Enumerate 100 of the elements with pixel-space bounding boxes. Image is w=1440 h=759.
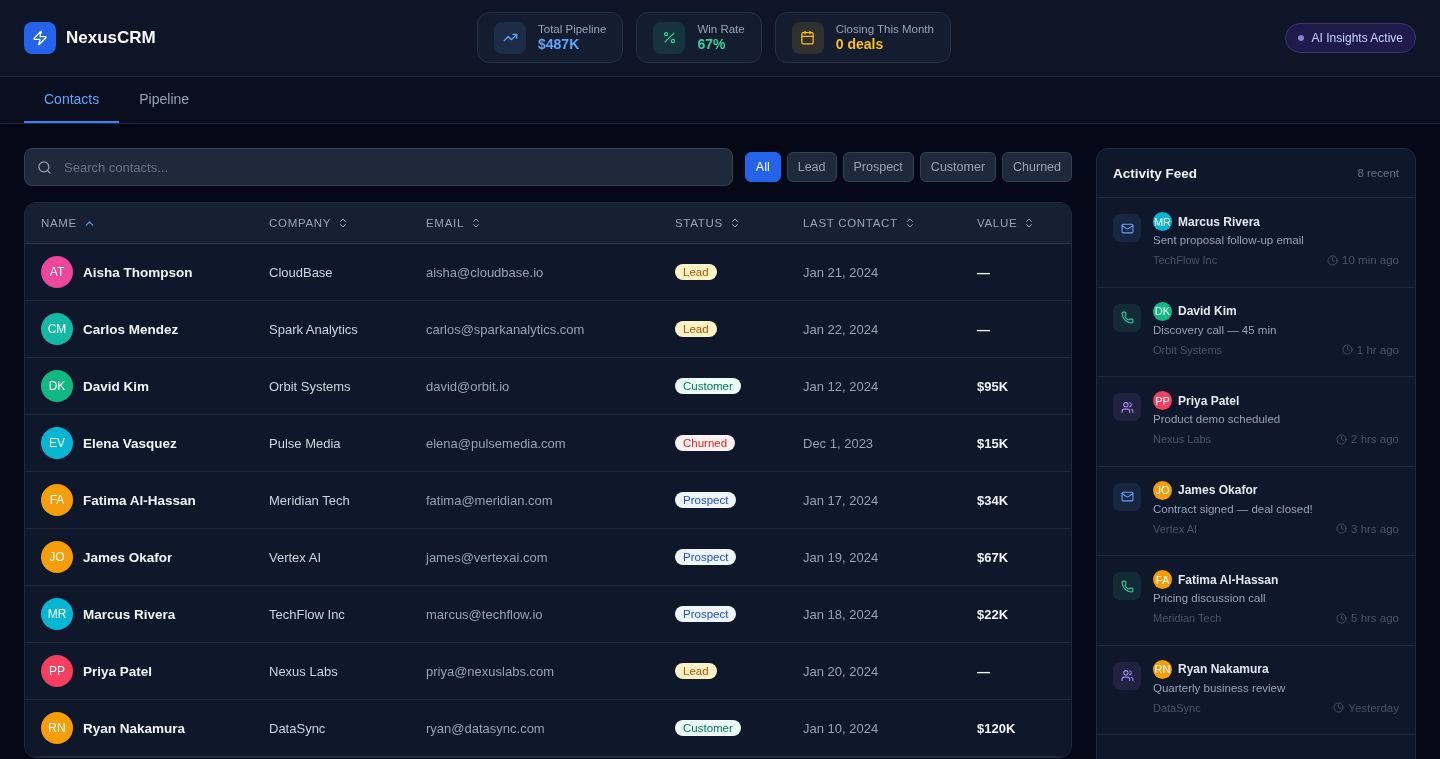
column-header[interactable]: COMPANY — [269, 217, 426, 229]
activity-item[interactable]: FA Fatima Al-Hassan Pricing discussion call Meridian Tech 5 hrs ago — [1097, 556, 1415, 646]
avatar: PP — [41, 655, 73, 687]
table-cell-text: Jan 19, 2024 — [803, 549, 880, 565]
status-badge: Customer — [675, 720, 741, 736]
activity-count: 8 recent — [1357, 167, 1399, 179]
ai-insights-label: AI Insights Active — [1311, 31, 1403, 45]
avatar: CM — [41, 313, 73, 345]
avatar: PP — [1153, 391, 1172, 410]
status-badge: Prospect — [675, 606, 737, 622]
status-badge: Prospect — [675, 549, 737, 565]
activity-item[interactable]: RN Ryan Nakamura Quarterly business review DataSync Yesterday — [1097, 645, 1415, 735]
column-header[interactable]: LAST CONTACT — [803, 217, 977, 229]
table-cell-text: Jan 22, 2024 — [803, 321, 880, 337]
table-cell-text: $34K — [977, 492, 1010, 508]
activity-description: Pricing discussion call — [1153, 592, 1267, 604]
tab[interactable]: Contacts — [24, 77, 120, 123]
avatar: DK — [1153, 301, 1172, 321]
table-cell-text: Jan 17, 2024 — [803, 492, 880, 508]
search-input[interactable]: Search contacts... — [62, 158, 720, 176]
table-cell-text: Jan 18, 2024 — [803, 606, 880, 622]
activity-person: Ryan Nakamura — [1178, 662, 1269, 676]
table-cell-text: — — [977, 264, 991, 280]
table-cell-text: Spark Analytics — [269, 321, 359, 337]
clock-icon — [1341, 344, 1353, 355]
filter-button[interactable]: All — [744, 152, 781, 182]
table-cell-text: marcus@techflow.io — [426, 606, 544, 622]
activity-person: Fatima Al-Hassan — [1178, 572, 1279, 587]
panel-title: Activity Feed — [1113, 165, 1198, 181]
table-cell-text: carlos@sparkanalytics.com — [426, 321, 586, 337]
status-dot-icon — [1297, 35, 1304, 41]
avatar: RN — [41, 712, 73, 744]
contact-name: Fatima Al-Hassan — [83, 492, 196, 508]
contact-name: Elena Vasquez — [83, 435, 177, 451]
contact-name: Priya Patel — [83, 663, 153, 679]
table-cell-text: Meridian Tech — [269, 492, 351, 508]
time-label: 1 hr ago — [1356, 343, 1399, 356]
filter-button[interactable]: Lead — [786, 152, 837, 182]
table-cell-text: Vertex AI — [269, 549, 323, 565]
filter-button[interactable]: Customer — [919, 152, 997, 182]
avatar: JO — [41, 541, 73, 573]
avatar: EV — [41, 427, 73, 459]
filter-button[interactable]: Churned — [1002, 152, 1072, 182]
avatar: MR — [1153, 212, 1172, 231]
table-cell-text: DataSync — [269, 720, 327, 736]
table-cell-text: CloudBase — [269, 264, 334, 280]
status-badge: Customer — [675, 378, 741, 394]
column-header[interactable]: VALUE — [977, 217, 1055, 229]
activity-item[interactable]: JO James Okafor Contract signed — deal closed! Vertex AI 3 hrs ago — [1097, 466, 1415, 556]
activity-description: Sent proposal follow-up email — [1153, 234, 1305, 246]
column-header[interactable]: NAME — [41, 216, 269, 230]
column-header[interactable]: EMAIL — [426, 217, 675, 229]
activity-person: Priya Patel — [1178, 393, 1240, 408]
activity-item[interactable]: PP Priya Patel Product demo scheduled Nexus Labs 2 hrs ago — [1097, 377, 1415, 467]
contact-name: Marcus Rivera — [83, 606, 176, 622]
table-cell-text: Orbit Systems — [269, 378, 352, 394]
table-cell-text: — — [977, 321, 991, 337]
table-cell-text: — — [977, 663, 991, 679]
activity-company: Orbit Systems — [1153, 343, 1223, 356]
activity-person: Marcus Rivera — [1178, 214, 1261, 229]
status-badge: Prospect — [675, 492, 737, 508]
activity-description: Quarterly business review — [1153, 681, 1287, 694]
table-cell-text: fatima@meridian.com — [426, 492, 554, 508]
clock-icon — [1336, 523, 1348, 534]
search-icon — [37, 159, 52, 175]
table-cell-text: $95K — [977, 378, 1010, 394]
table-cell-text: Dec 1, 2023 — [803, 435, 875, 451]
avatar: DK — [41, 370, 73, 402]
table-cell-text: Jan 20, 2024 — [803, 663, 880, 679]
table-cell-text: priya@nexuslabs.com — [426, 663, 556, 679]
stat-value: 67% — [697, 36, 727, 52]
stat-value: $487K — [538, 36, 581, 52]
search-field[interactable]: Search contacts... — [24, 148, 733, 186]
tab[interactable]: Pipeline — [119, 77, 210, 123]
activity-company: TechFlow Inc — [1153, 254, 1218, 266]
filter-button[interactable]: Prospect — [842, 152, 914, 182]
brand-name: NexusCRM — [66, 28, 156, 48]
lightning-logo-icon — [24, 22, 56, 54]
time-label: 3 hrs ago — [1351, 522, 1399, 535]
activity-company: Meridian Tech — [1153, 612, 1222, 624]
table-cell-text: Jan 21, 2024 — [803, 264, 880, 280]
stat-value: 0 deals — [835, 36, 885, 52]
time-label: 2 hrs ago — [1351, 433, 1399, 445]
status-badge: Lead — [675, 663, 717, 679]
avatar: FA — [1153, 570, 1172, 589]
activity-item[interactable]: MR Marcus Rivera Sent proposal follow-up email TechFlow Inc 10 min ago — [1097, 198, 1415, 288]
contact-name: Ryan Nakamura — [83, 720, 186, 736]
table-cell-text: james@vertexai.com — [426, 549, 549, 565]
activity-item[interactable]: DK David Kim Discovery call — 45 min Orbit Systems 1 hr ago — [1097, 287, 1415, 377]
activity-description: Discovery call — 45 min — [1153, 323, 1278, 336]
table-cell-text: Jan 10, 2024 — [803, 720, 880, 736]
table-cell-text: $22K — [977, 606, 1010, 622]
contact-name: James Okafor — [83, 549, 173, 565]
table-cell-text: elena@pulsemedia.com — [426, 435, 567, 451]
contact-name: Aisha Thompson — [83, 264, 193, 280]
clock-icon — [1336, 612, 1348, 624]
time-label: Yesterday — [1348, 701, 1399, 714]
time-label: 5 hrs ago — [1351, 612, 1399, 624]
activity-company: DataSync — [1153, 701, 1201, 714]
column-header[interactable]: STATUS — [675, 217, 803, 229]
